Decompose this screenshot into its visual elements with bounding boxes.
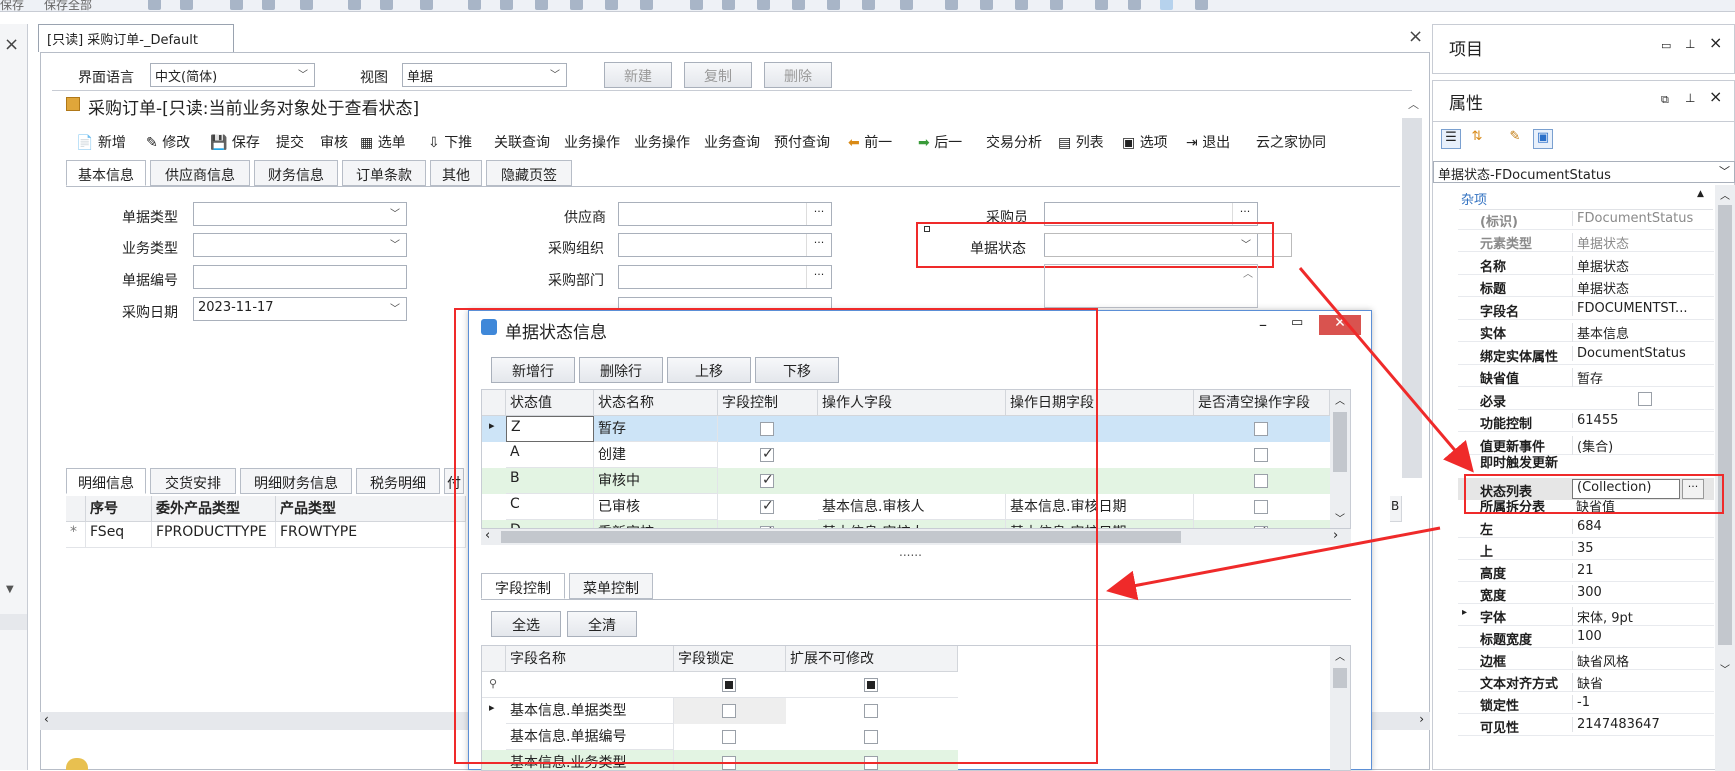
annotation-arrows bbox=[1106, 267, 1474, 601]
arrow-to-status-list bbox=[1298, 267, 1474, 473]
arrow-to-dialog bbox=[1106, 526, 1441, 601]
